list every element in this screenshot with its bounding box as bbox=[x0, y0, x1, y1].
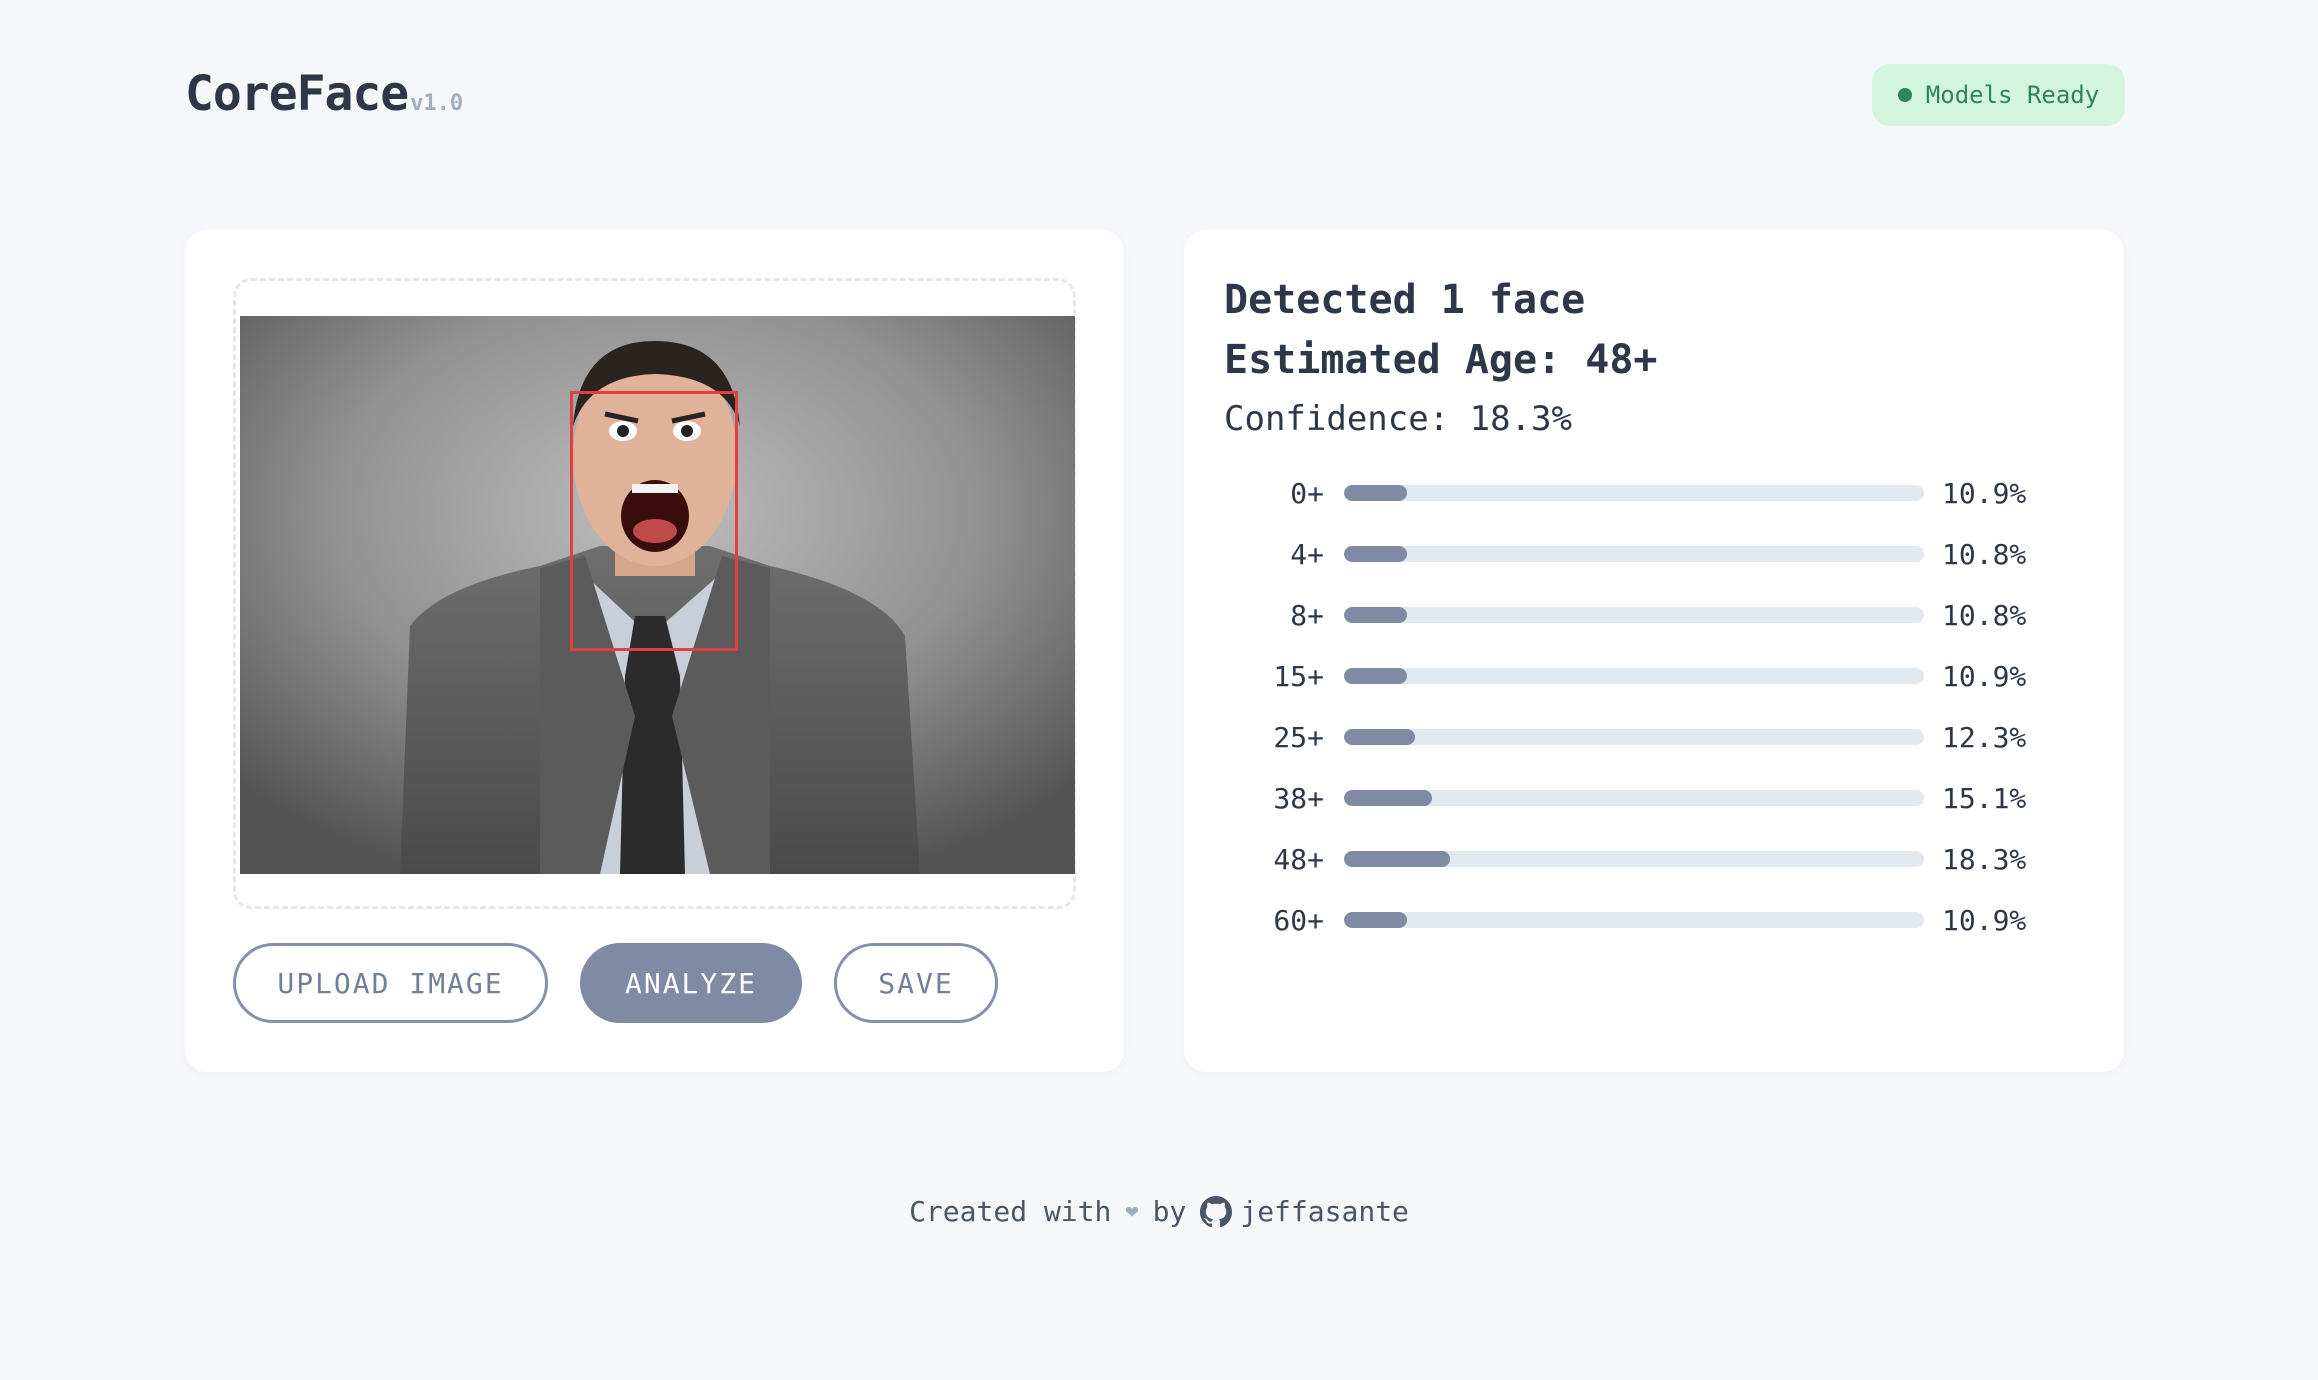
results-card: Detected 1 face Estimated Age: 48+ Confi… bbox=[1184, 230, 2124, 1072]
age-bar-value: 10.8% bbox=[1942, 537, 2027, 571]
age-bar-track bbox=[1344, 546, 1924, 562]
analyze-button[interactable]: ANALYZE bbox=[580, 943, 802, 1023]
estimated-age-text: Estimated Age: 48+ bbox=[1224, 337, 1658, 383]
age-bar-label: 25+ bbox=[1273, 720, 1324, 754]
age-bar-fill bbox=[1344, 790, 1432, 806]
status-dot-icon bbox=[1897, 88, 1912, 102]
age-bar-fill bbox=[1344, 546, 1407, 562]
age-bar-label: 0+ bbox=[1290, 476, 1324, 510]
author-name: jeffasante bbox=[1240, 1195, 1409, 1228]
footer-by: by bbox=[1152, 1195, 1187, 1228]
age-bar-value: 10.9% bbox=[1942, 476, 2027, 510]
age-bar-fill bbox=[1344, 607, 1407, 623]
age-bar-value: 10.8% bbox=[1942, 598, 2027, 632]
face-detection-box bbox=[570, 391, 738, 651]
status-label: Models Ready bbox=[1925, 81, 2100, 109]
action-buttons: UPLOAD IMAGE ANALYZE SAVE bbox=[233, 943, 998, 1023]
header: CoreFacev1.0 Models Ready bbox=[185, 60, 2125, 140]
heart-icon: ❤ bbox=[1125, 1199, 1139, 1224]
footer-created-with: Created with bbox=[909, 1195, 1112, 1228]
age-bar-row: 8+ 10.8% bbox=[1224, 595, 2027, 635]
age-bar-label: 15+ bbox=[1273, 659, 1324, 693]
age-bar-track bbox=[1344, 790, 1924, 806]
age-bar-fill bbox=[1344, 729, 1416, 745]
age-bar-fill bbox=[1344, 851, 1451, 867]
status-badge: Models Ready bbox=[1872, 64, 2125, 126]
upload-image-button[interactable]: UPLOAD IMAGE bbox=[233, 943, 548, 1023]
uploaded-photo bbox=[240, 316, 1075, 874]
age-bar-track bbox=[1344, 607, 1924, 623]
age-bar-track bbox=[1344, 851, 1924, 867]
age-bar-fill bbox=[1344, 485, 1408, 501]
footer: Created with ❤ by jeffasante bbox=[0, 1195, 2318, 1228]
image-card: UPLOAD IMAGE ANALYZE SAVE bbox=[185, 230, 1124, 1072]
age-bar-row: 60+ 10.9% bbox=[1224, 900, 2027, 940]
age-bar-label: 8+ bbox=[1290, 598, 1324, 632]
age-bar-fill bbox=[1344, 912, 1408, 928]
save-button[interactable]: SAVE bbox=[834, 943, 998, 1023]
age-bar-value: 10.9% bbox=[1942, 903, 2027, 937]
age-bar-row: 4+ 10.8% bbox=[1224, 534, 2027, 574]
age-bar-row: 25+ 12.3% bbox=[1224, 717, 2027, 757]
age-bar-row: 0+ 10.9% bbox=[1224, 473, 2027, 513]
age-bar-row: 38+ 15.1% bbox=[1224, 778, 2027, 818]
age-bar-value: 10.9% bbox=[1942, 659, 2027, 693]
age-bar-row: 48+ 18.3% bbox=[1224, 839, 2027, 879]
age-bar-value: 12.3% bbox=[1942, 720, 2027, 754]
age-bar-row: 15+ 10.9% bbox=[1224, 656, 2027, 696]
age-bar-track bbox=[1344, 912, 1924, 928]
age-bar-value: 15.1% bbox=[1942, 781, 2027, 815]
results-summary: Detected 1 face Estimated Age: 48+ Confi… bbox=[1224, 270, 2084, 444]
age-bar-value: 18.3% bbox=[1942, 842, 2027, 876]
author-link[interactable]: jeffasante bbox=[1200, 1195, 1409, 1228]
age-bar-label: 48+ bbox=[1273, 842, 1324, 876]
image-dropzone[interactable] bbox=[233, 278, 1076, 909]
age-bar-track bbox=[1344, 729, 1924, 745]
github-icon bbox=[1200, 1195, 1233, 1227]
detected-faces-text: Detected 1 face bbox=[1224, 277, 1586, 323]
app-version: v1.0 bbox=[410, 91, 464, 116]
age-bar-label: 38+ bbox=[1273, 781, 1324, 815]
age-bar-label: 4+ bbox=[1290, 537, 1324, 571]
age-bar-fill bbox=[1344, 668, 1408, 684]
confidence-text: Confidence: 18.3% bbox=[1224, 399, 1572, 439]
age-bar-track bbox=[1344, 668, 1924, 684]
age-bar-track bbox=[1344, 485, 1924, 501]
app-title: CoreFace bbox=[185, 66, 409, 122]
age-bar-label: 60+ bbox=[1273, 903, 1324, 937]
app-logo: CoreFacev1.0 bbox=[185, 66, 463, 122]
